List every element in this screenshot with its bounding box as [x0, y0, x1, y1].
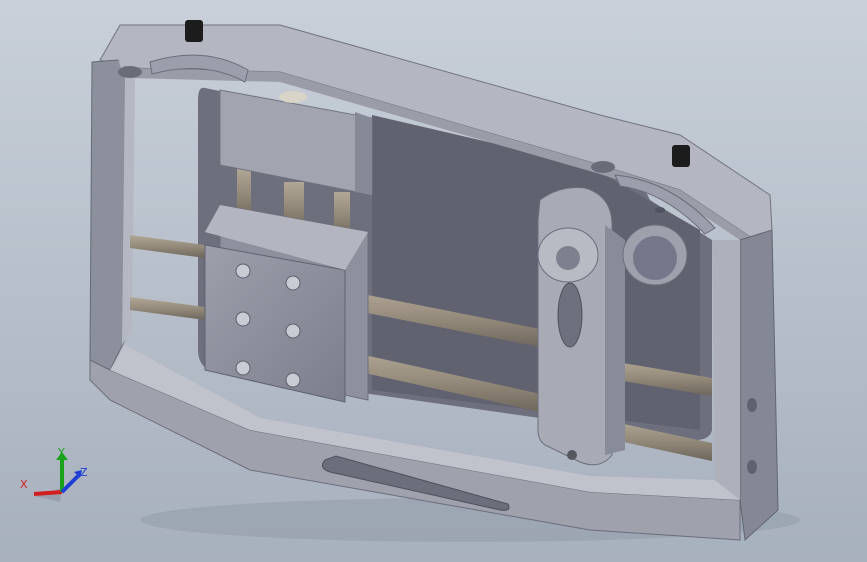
y-axis-label: Y [57, 446, 65, 459]
3d-viewport[interactable]: X Y Z [0, 0, 867, 562]
z-axis-label: Z [80, 466, 88, 479]
z-axis-line [60, 474, 80, 494]
cad-model-view[interactable] [0, 0, 867, 562]
x-axis-label: X [20, 478, 28, 491]
axis-triad: X Y Z [20, 446, 88, 502]
slider-block [204, 204, 369, 403]
x-axis-line [33, 490, 63, 496]
